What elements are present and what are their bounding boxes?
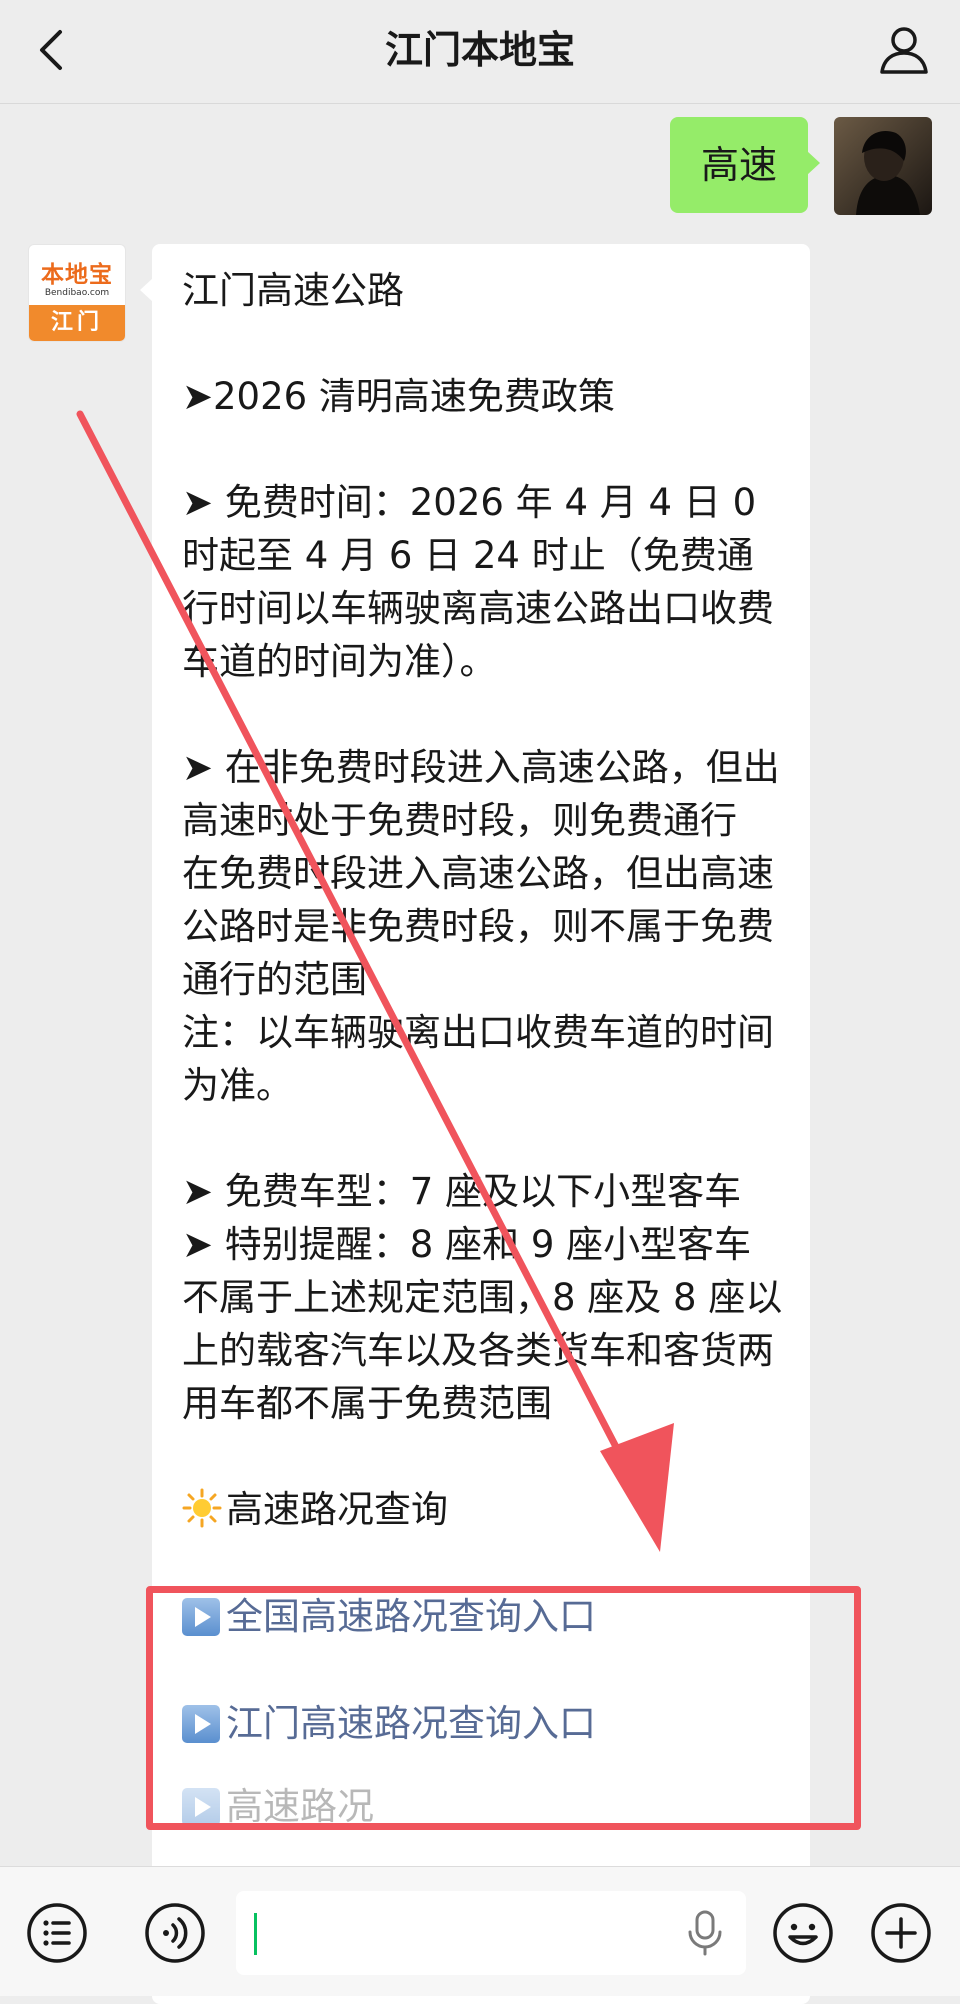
chat-header: 江门本地宝 (0, 0, 960, 104)
sent-message-bubble[interactable]: 高速 (670, 117, 820, 213)
list-icon[interactable] (26, 1902, 88, 1964)
message-input[interactable] (236, 1891, 746, 1975)
rule-text-1: ➤ 在非免费时段进入高速公路，但出高速时处于免费时段，则免费通行 (182, 746, 780, 842)
free-time-text: ➤ 免费时间：2026 年 4 月 4 日 0 时起至 4 月 6 日 24 时… (182, 481, 774, 683)
rule-text-2: 在免费时段进入高速公路，但出高速公路时是非免费时段，则不属于免费通行的范围 (182, 852, 774, 1001)
microphone-icon[interactable] (684, 1910, 726, 1956)
chat-input-bar (0, 1866, 960, 1996)
person-icon[interactable] (876, 22, 932, 78)
avatar-photo (834, 117, 932, 215)
road-query-heading: 高速路况查询 (182, 1483, 784, 1536)
avatar-logo-domain: Bendibao.com (44, 288, 110, 298)
sun-icon (182, 1488, 222, 1528)
emoji-icon[interactable] (772, 1902, 834, 1964)
note-text: 注：以车辆驶离出口收费车道的时间为准。 (182, 1011, 774, 1107)
reminder-text: ➤ 特别提醒：8 座和 9 座小型客车不属于上述规定范围，8 座及 8 座以上的… (182, 1223, 783, 1425)
avatar-logo-city: 江门 (29, 305, 125, 341)
vehicle-type-text: ➤ 免费车型：7 座及以下小型客车 (182, 1170, 742, 1213)
message-heading: 江门高速公路 (182, 269, 404, 312)
sent-message-text: 高速 (700, 143, 777, 187)
policy-title: ➤2026 清明高速免费政策 (182, 375, 615, 418)
avatar-logo-text: 本地宝 (41, 262, 113, 288)
account-avatar[interactable]: 本地宝 Bendibao.com 江门 (28, 244, 126, 342)
chat-title: 江门本地宝 (384, 28, 575, 72)
road-query-heading-text: 高速路况查询 (226, 1488, 448, 1531)
plus-icon[interactable] (870, 1902, 932, 1964)
annotation-highlight-box (146, 1586, 861, 1830)
voice-icon[interactable] (144, 1902, 206, 1964)
text-cursor (254, 1913, 257, 1955)
my-avatar[interactable] (834, 117, 932, 215)
